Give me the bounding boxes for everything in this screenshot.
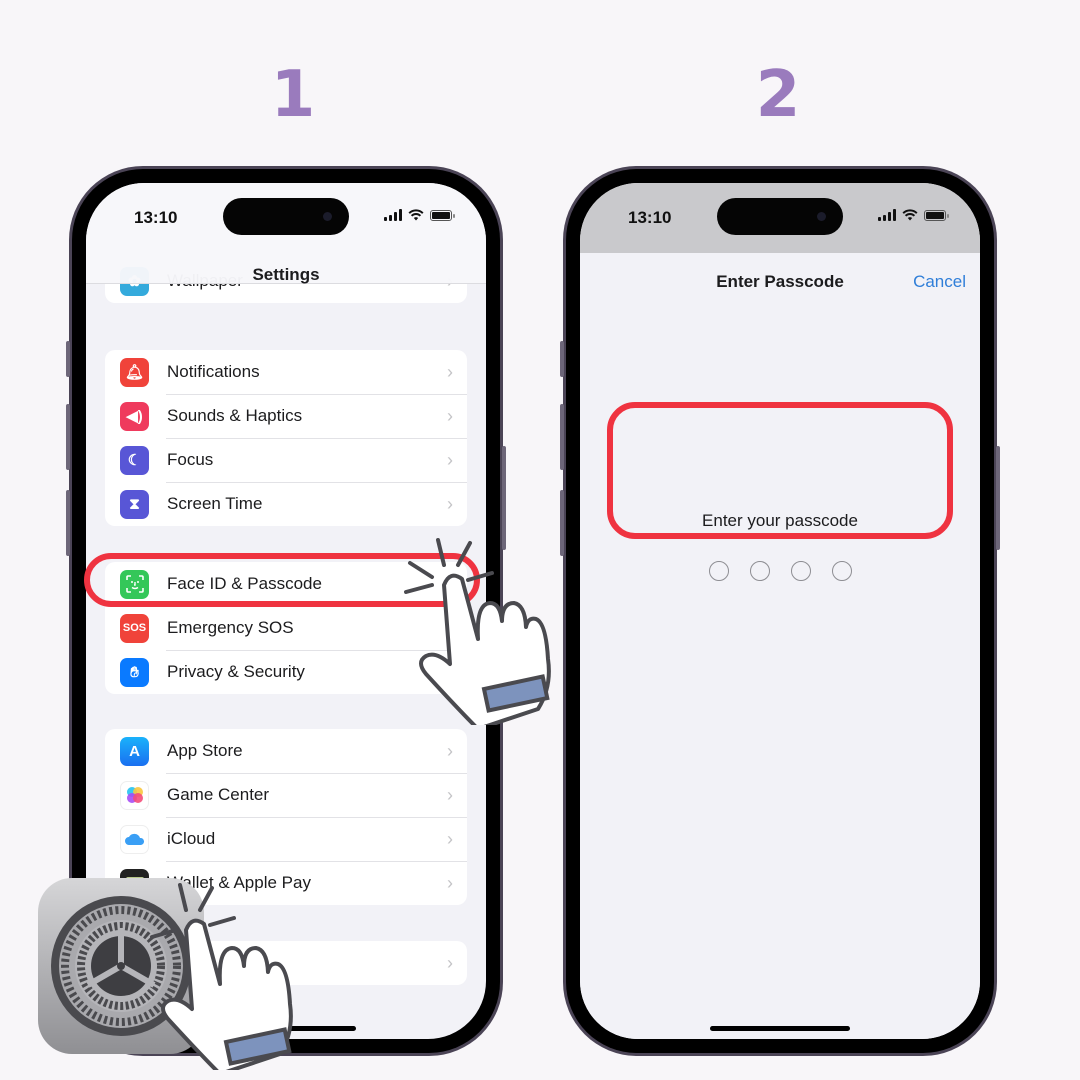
cellular-signal-icon [878,209,896,221]
settings-row-game-center[interactable]: Game Center › [105,773,467,817]
cancel-button[interactable]: Cancel [913,272,966,292]
settings-row-focus[interactable]: ☾ Focus › [105,438,467,482]
moon-icon: ☾ [120,445,149,475]
chevron-right-icon: › [447,361,453,382]
passcode-dot [790,561,811,581]
settings-row-sounds[interactable]: ◀︎) Sounds & Haptics › [105,394,467,438]
action-button [66,341,70,377]
settings-row-notifications[interactable]: 🔔︎ Notifications › [105,350,467,394]
phone-passcode: 13:10 Enter Passcode Cancel Enter your p… [560,166,1000,1056]
chevron-right-icon: › [447,493,453,514]
chevron-right-icon: › [447,784,453,805]
bell-icon: 🔔︎ [120,357,149,387]
passcode-dot [708,561,729,581]
settings-row-icloud[interactable]: iCloud › [105,817,467,861]
passcode-sheet: Enter Passcode Cancel Enter your passcod… [580,253,980,1039]
settings-row-screen-time[interactable]: ⧗ Screen Time › [105,482,467,526]
passcode-dots[interactable] [580,561,980,581]
speaker-icon: ◀︎) [120,401,149,431]
status-bar: 13:10 [580,183,980,243]
step-number-2: 2 [755,58,801,132]
chevron-right-icon: › [447,828,453,849]
battery-icon [924,209,949,221]
page-title: Settings [252,265,320,284]
status-bar: 13:10 [86,183,486,243]
settings-group-notifications: 🔔︎ Notifications › ◀︎) Sounds & Haptics … [105,350,467,526]
hand-icon: ✋︎ [120,657,149,687]
highlight-passcode-field [607,402,953,539]
chevron-right-icon: › [447,405,453,426]
passcode-dot [749,561,770,581]
cellular-signal-icon [384,209,402,221]
chevron-right-icon: › [447,449,453,470]
passcode-screen: 13:10 Enter Passcode Cancel Enter your p… [580,183,980,1039]
wifi-icon [902,209,918,221]
chevron-right-icon: › [447,952,453,973]
dynamic-island [717,198,843,235]
battery-icon [430,209,455,221]
step-number-1: 1 [270,58,316,132]
sos-icon: SOS [120,613,149,643]
tap-hand-icon [404,538,551,725]
passcode-dot [831,561,852,581]
status-time: 13:10 [134,208,178,227]
chevron-right-icon: › [447,872,453,893]
volume-up-button [66,404,70,470]
game-center-icon [120,780,149,810]
app-store-icon: A [120,736,149,766]
wifi-icon [408,209,424,221]
home-indicator[interactable] [710,1026,850,1031]
dynamic-island [223,198,349,235]
cloud-icon [120,824,149,854]
chevron-right-icon: › [447,740,453,761]
tap-hand-icon-2 [150,883,293,1070]
volume-down-button [66,490,70,556]
settings-row-app-store[interactable]: A App Store › [105,729,467,773]
hourglass-icon: ⧗ [120,489,149,519]
